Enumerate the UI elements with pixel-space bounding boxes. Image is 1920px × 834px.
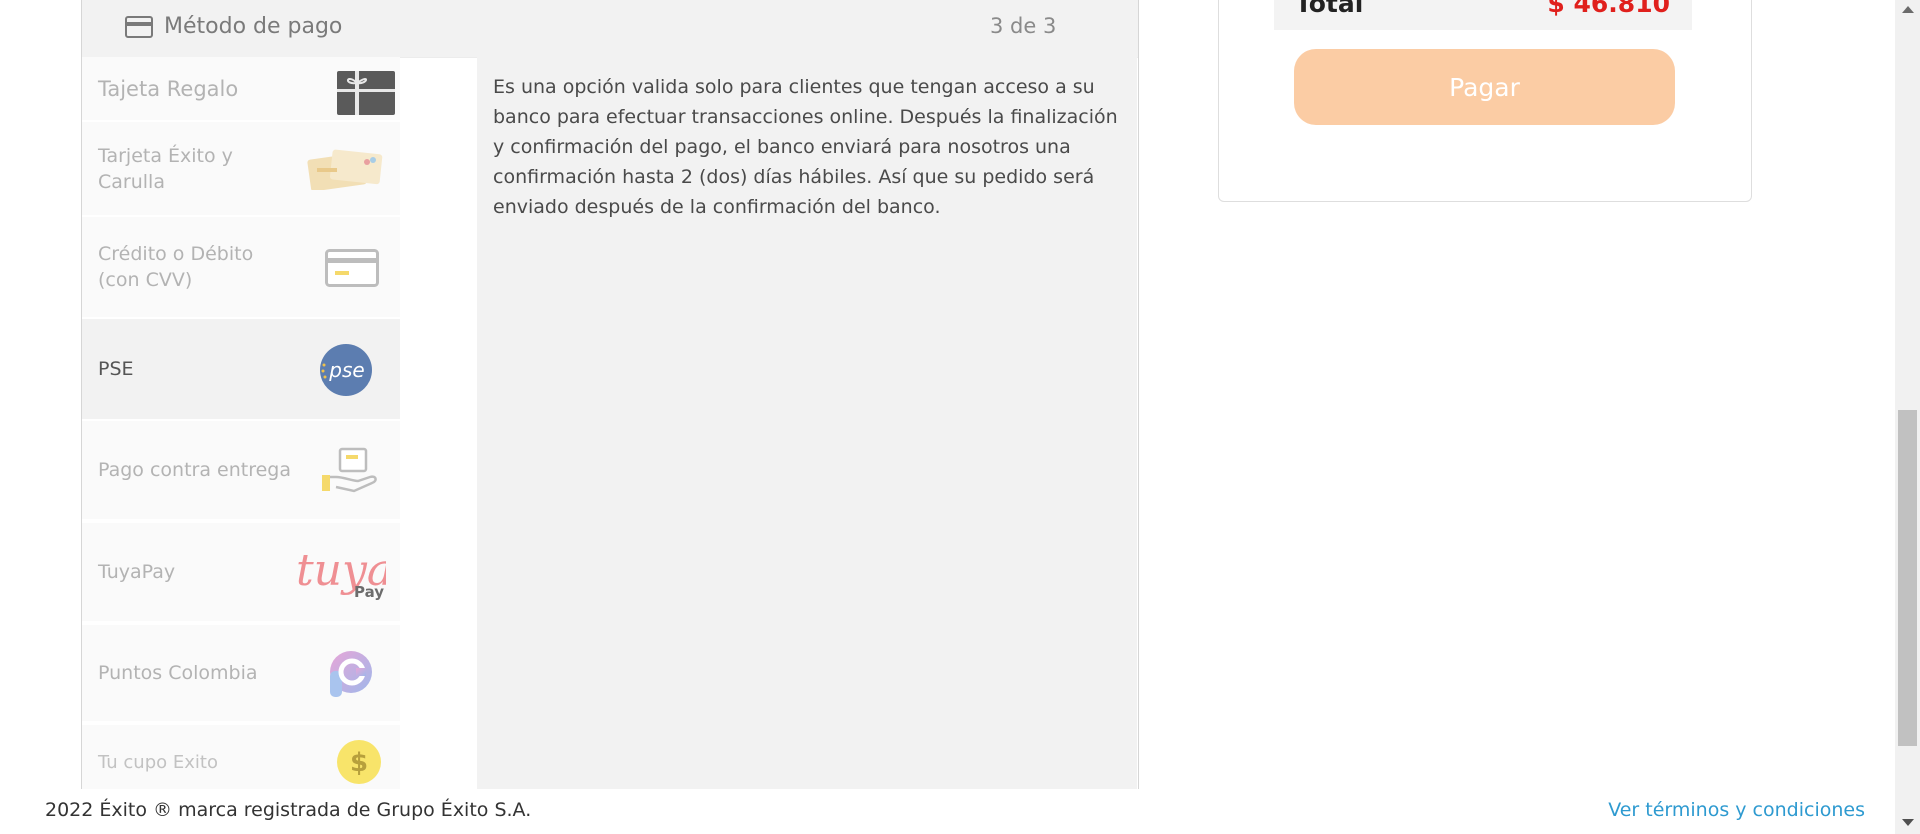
order-summary-card: Total $ 46.810 Pagar xyxy=(1218,0,1752,202)
exito-carulla-card-icon xyxy=(307,149,383,190)
method-pse[interactable]: PSE pse xyxy=(82,319,400,419)
method-label: Crédito o Débito (con CVV) xyxy=(98,243,254,291)
credit-card-icon xyxy=(325,249,379,287)
payment-method-description: Es una opción valida solo para clientes … xyxy=(493,76,1118,218)
copyright-text: 2022 Éxito ® marca registrada de Grupo É… xyxy=(45,799,532,821)
method-label: PSE xyxy=(98,358,134,380)
payment-method-panel: Método de pago 3 de 3 Tajeta Regalo Tarj… xyxy=(81,0,1139,801)
pay-button[interactable]: Pagar xyxy=(1294,49,1675,125)
cash-on-delivery-icon xyxy=(322,447,377,493)
method-puntos-colombia[interactable]: Puntos Colombia xyxy=(82,625,400,721)
total-row: Total $ 46.810 xyxy=(1274,0,1692,30)
method-label: Tajeta Regalo xyxy=(98,76,239,101)
scroll-down-arrow-icon[interactable] xyxy=(1902,819,1914,826)
pse-logo: pse xyxy=(320,344,372,396)
method-cash-on-delivery[interactable]: Pago contra entrega xyxy=(82,421,400,519)
tuyapay-logo-sub: Pay xyxy=(354,583,384,601)
tuyapay-logo: tuya Pay xyxy=(296,545,386,601)
payment-method-description-panel: Es una opción valida solo para clientes … xyxy=(477,57,1137,789)
total-label: Total xyxy=(1295,0,1364,18)
page-scrollbar[interactable] xyxy=(1895,0,1920,834)
payment-method-title: Método de pago xyxy=(164,14,343,39)
gift-card-icon xyxy=(337,71,395,115)
method-tuyapay[interactable]: TuyaPay tuya Pay xyxy=(82,523,400,621)
credit-card-icon xyxy=(125,16,153,38)
method-credit-debit-card[interactable]: Crédito o Débito (con CVV) xyxy=(82,217,400,317)
dollar-coin-icon: $ xyxy=(337,740,381,784)
scrollbar-thumb[interactable] xyxy=(1898,410,1917,746)
method-label: Tarjeta Éxito y Carulla xyxy=(98,144,233,193)
puntos-colombia-logo xyxy=(330,651,372,697)
page-footer: 2022 Éxito ® marca registrada de Grupo É… xyxy=(0,789,1895,834)
pse-logo-text: pse xyxy=(328,358,364,382)
method-label: Puntos Colombia xyxy=(98,662,258,684)
checkout-step-indicator: 3 de 3 xyxy=(990,14,1057,38)
method-label: Pago contra entrega xyxy=(98,459,291,481)
terms-link[interactable]: Ver términos y condiciones xyxy=(1608,799,1865,821)
total-amount: $ 46.810 xyxy=(1547,0,1670,18)
payment-method-header: Método de pago 3 de 3 xyxy=(82,0,1138,58)
method-label: Tu cupo Exito xyxy=(98,752,218,773)
dollar-coin-text: $ xyxy=(350,748,368,778)
scroll-up-arrow-icon[interactable] xyxy=(1902,6,1914,13)
method-exito-carulla-card[interactable]: Tarjeta Éxito y Carulla xyxy=(82,122,400,215)
method-gift-card[interactable]: Tajeta Regalo xyxy=(82,57,400,120)
method-label: TuyaPay xyxy=(98,561,176,583)
